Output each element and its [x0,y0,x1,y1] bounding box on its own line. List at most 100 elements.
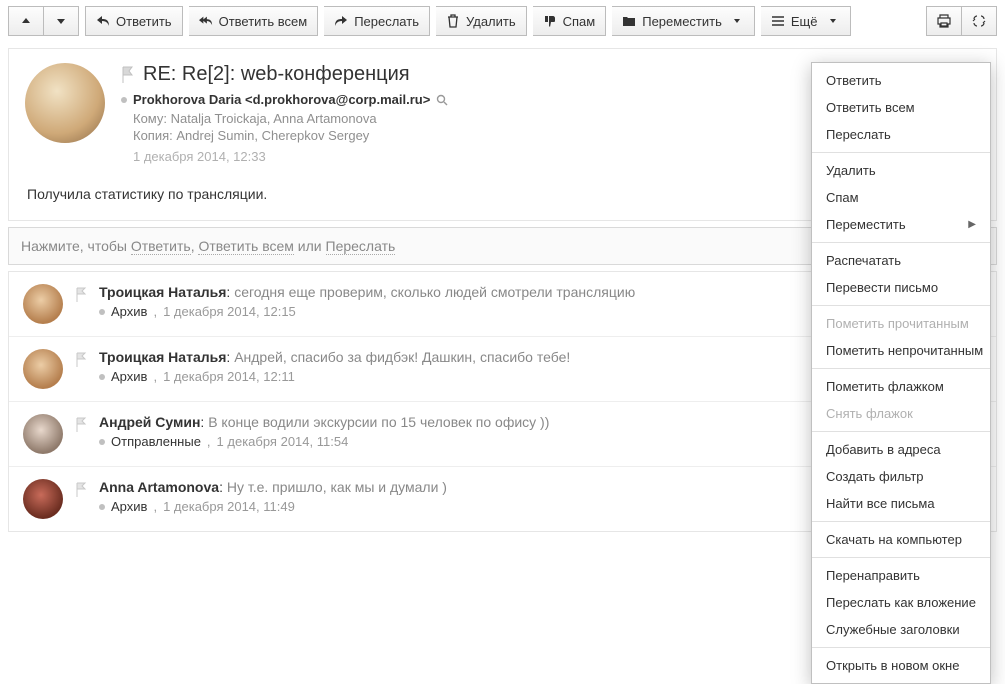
submenu-arrow-icon: ▶ [968,219,976,230]
dropdown-item-label: Удалить [826,163,876,178]
dropdown-separator [812,557,990,558]
dropdown-separator [812,305,990,306]
dropdown-separator [812,152,990,153]
dropdown-item[interactable]: Скачать на компьютер [812,526,990,553]
dropdown-separator [812,521,990,522]
dropdown-item[interactable]: Создать фильтр [812,463,990,490]
toolbar: Ответить Ответить всем Переслать Удалить… [0,0,1005,42]
forward-icon [334,14,348,28]
dropdown-item-label: Служебные заголовки [826,622,960,637]
thread-date: 1 декабря 2014, 11:54 [217,434,349,449]
dropdown-separator [812,242,990,243]
forward-label: Переслать [354,14,419,29]
dropdown-item-label: Скачать на компьютер [826,532,962,547]
search-sender-icon[interactable] [436,94,448,106]
encoding-button[interactable] [962,6,997,36]
read-dot-icon[interactable] [99,309,105,315]
dropdown-item-label: Перевести письмо [826,280,938,295]
dropdown-item[interactable]: Распечатать [812,247,990,274]
right-group [926,6,997,36]
reply-button[interactable]: Ответить [85,6,183,36]
thread-sender: Троицкая Наталья [99,284,226,300]
thread-folder: Архив [111,304,147,319]
more-dropdown: Ответить Ответить всем Переслать Удалить Спа… [811,62,991,684]
dropdown-item[interactable]: Добавить в адреса [812,436,990,463]
caret-up-icon [19,14,33,28]
flag-icon[interactable] [75,414,87,454]
thread-sender: Троицкая Наталья [99,349,226,365]
dropdown-item-label: Ответить всем [826,100,915,115]
prev-button[interactable] [8,6,44,36]
avatar[interactable] [23,349,63,389]
dropdown-item[interactable]: Пометить флажком [812,373,990,400]
dropdown-separator [812,647,990,648]
dropdown-item[interactable]: Спам [812,184,990,211]
forward-button[interactable]: Переслать [324,6,430,36]
avatar[interactable] [23,479,63,519]
qr-forward-link[interactable]: Переслать [326,238,396,255]
flag-icon[interactable] [75,349,87,389]
next-button[interactable] [44,6,79,36]
avatar[interactable] [23,414,63,454]
thread-preview: Ну т.е. пришло, как мы и думали ) [227,479,447,495]
dropdown-item-label: Найти все письма [826,496,935,511]
delete-button[interactable]: Удалить [436,6,527,36]
qr-reply-link[interactable]: Ответить [131,238,191,255]
subject-text: RE: Re[2]: web-конференция [143,63,410,86]
dropdown-item-label: Пометить флажком [826,379,944,394]
dropdown-item-label: Переместить [826,217,906,232]
flag-icon[interactable] [75,479,87,519]
dropdown-item[interactable]: Пометить непрочитанным [812,337,990,364]
sender-avatar[interactable] [25,63,105,143]
print-button[interactable] [926,6,962,36]
dropdown-item[interactable]: Переслать как вложение [812,589,990,616]
dropdown-item[interactable]: Перенаправить [812,562,990,589]
thread-preview: сегодня еще проверим, сколько людей смот… [234,284,635,300]
flag-icon[interactable] [75,284,87,324]
thread-folder: Отправленные [111,434,201,449]
dropdown-item[interactable]: Переместить ▶ [812,211,990,238]
dropdown-item-label: Переслать как вложение [826,595,976,610]
folder-icon [622,14,636,28]
dropdown-item[interactable]: Перевести письмо [812,274,990,301]
read-dot-icon[interactable] [99,504,105,510]
more-button[interactable]: Ещё [761,6,851,36]
dropdown-item: Пометить прочитанным [812,310,990,337]
thread-sender: Андрей Сумин [99,414,200,430]
caret-down-icon [54,14,68,28]
dropdown-item[interactable]: Ответить всем [812,94,990,121]
dropdown-item-label: Переслать [826,127,891,142]
dropdown-item[interactable]: Ответить [812,67,990,94]
dropdown-item[interactable]: Удалить [812,157,990,184]
nav-group [8,6,79,36]
thread-date: 1 декабря 2014, 11:49 [163,499,295,514]
spam-label: Спам [563,14,596,29]
avatar[interactable] [23,284,63,324]
dropdown-separator [812,431,990,432]
flag-icon[interactable] [121,66,135,84]
thumbs-down-icon [543,14,557,28]
dropdown-item[interactable]: Открыть в новом окне [812,652,990,679]
dropdown-item-label: Распечатать [826,253,901,268]
caret-down-icon [826,14,840,28]
move-button[interactable]: Переместить [612,6,755,36]
dropdown-item[interactable]: Переслать [812,121,990,148]
delete-label: Удалить [466,14,516,29]
read-dot-icon[interactable] [99,374,105,380]
read-dot-icon[interactable] [99,439,105,445]
spam-button[interactable]: Спам [533,6,607,36]
print-icon [937,14,951,28]
dropdown-item[interactable]: Служебные заголовки [812,616,990,643]
caret-down-icon [730,14,744,28]
dropdown-item-label: Добавить в адреса [826,442,941,457]
read-dot-icon[interactable] [121,97,127,103]
encoding-icon [972,14,986,28]
hamburger-icon [771,14,785,28]
move-label: Переместить [642,14,722,29]
from-text: Prokhorova Daria <d.prokhorova@corp.mail… [133,92,430,107]
qr-reply-all-link[interactable]: Ответить всем [198,238,293,255]
dropdown-item[interactable]: Найти все письма [812,490,990,517]
thread-date: 1 декабря 2014, 12:11 [163,369,295,384]
thread-folder: Архив [111,369,147,384]
reply-all-button[interactable]: Ответить всем [189,6,319,36]
